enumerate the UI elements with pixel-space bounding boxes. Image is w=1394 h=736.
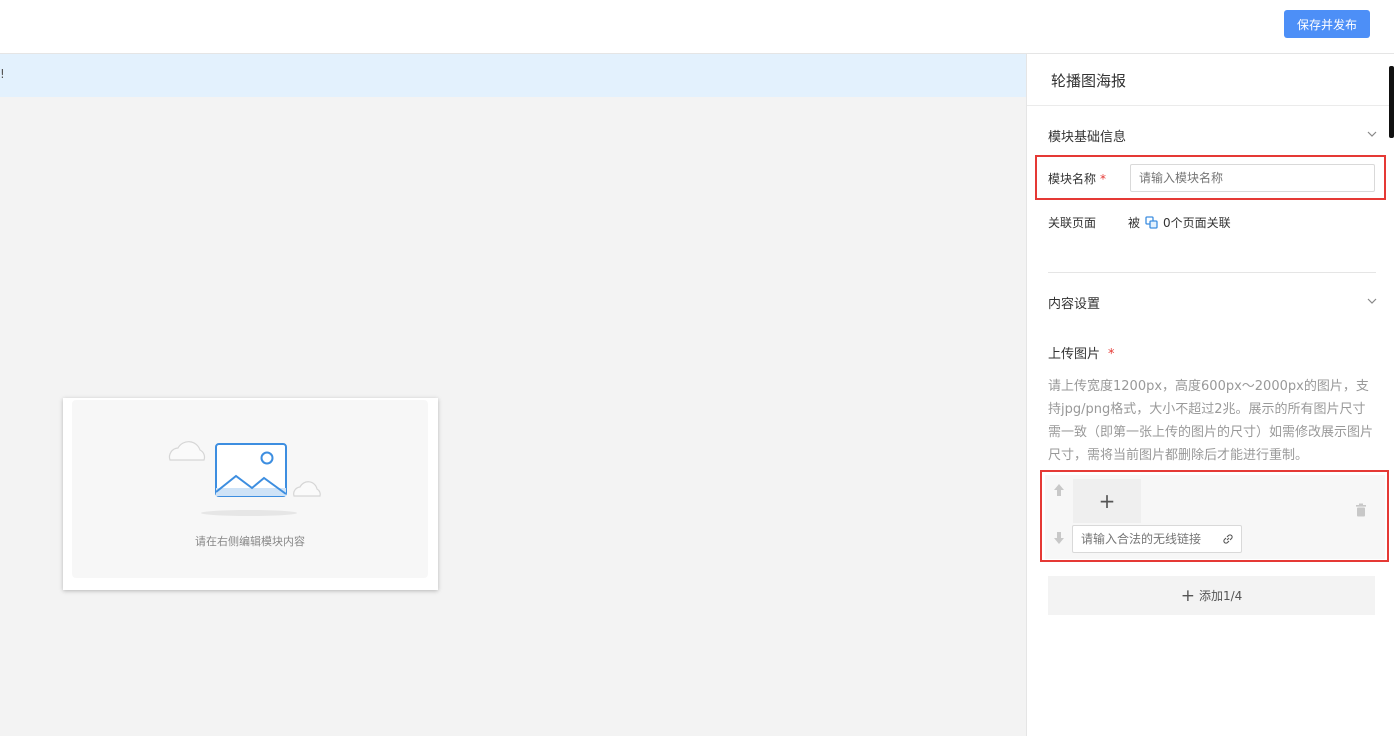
section-content-title[interactable]: 内容设置 [1048, 293, 1100, 312]
highlight-box-image [1040, 470, 1389, 562]
upload-description: 请上传宽度1200px，高度600px～2000px的图片，支持jpg/png格… [1048, 379, 1374, 463]
module-name-label: 模块名称 * [1048, 172, 1107, 186]
related-count[interactable]: 0个页面关联 [1163, 214, 1231, 231]
related-page-label: 关联页面 [1048, 216, 1097, 230]
upload-image-label: 上传图片 * [1048, 347, 1115, 362]
save-and-publish-button[interactable]: 保存并发布 [1284, 10, 1370, 38]
preview-placeholder: 请在右侧编辑模块内容 [72, 400, 428, 578]
copy-link-icon[interactable] [1145, 216, 1158, 229]
image-placeholder-icon [168, 441, 321, 516]
plus-icon: + [1180, 585, 1195, 606]
chevron-down-icon[interactable] [1367, 129, 1377, 139]
module-name-input[interactable] [1130, 164, 1375, 192]
top-bar: 保存并发布 [0, 0, 1394, 54]
related-prefix: 被 [1128, 216, 1141, 230]
chevron-down-icon[interactable] [1367, 296, 1377, 306]
add-label: 添加1/4 [1198, 589, 1243, 603]
notice-bar: ! [0, 54, 1026, 97]
panel-title: 轮播图海报 [1051, 72, 1127, 90]
divider [1027, 105, 1394, 106]
carousel-module-preview[interactable]: 请在右侧编辑模块内容 [63, 398, 438, 590]
section-basic-info-title[interactable]: 模块基础信息 [1048, 126, 1126, 145]
settings-panel: 轮播图海报 模块基础信息 模块名称* 关联页面 被 0个页面关联 内容设置 上传… [1026, 54, 1394, 736]
add-image-button[interactable]: + 添加1/4 [1048, 576, 1375, 615]
notice-text: ! [0, 67, 5, 81]
section-divider [1048, 272, 1376, 273]
preview-hint: 请在右侧编辑模块内容 [195, 535, 305, 548]
scrollbar-thumb[interactable] [1389, 66, 1394, 138]
related-pages: 被 0个页面关联 [1128, 214, 1231, 231]
preview-canvas: ! 请在右侧编辑模块内容 [0, 54, 1026, 736]
